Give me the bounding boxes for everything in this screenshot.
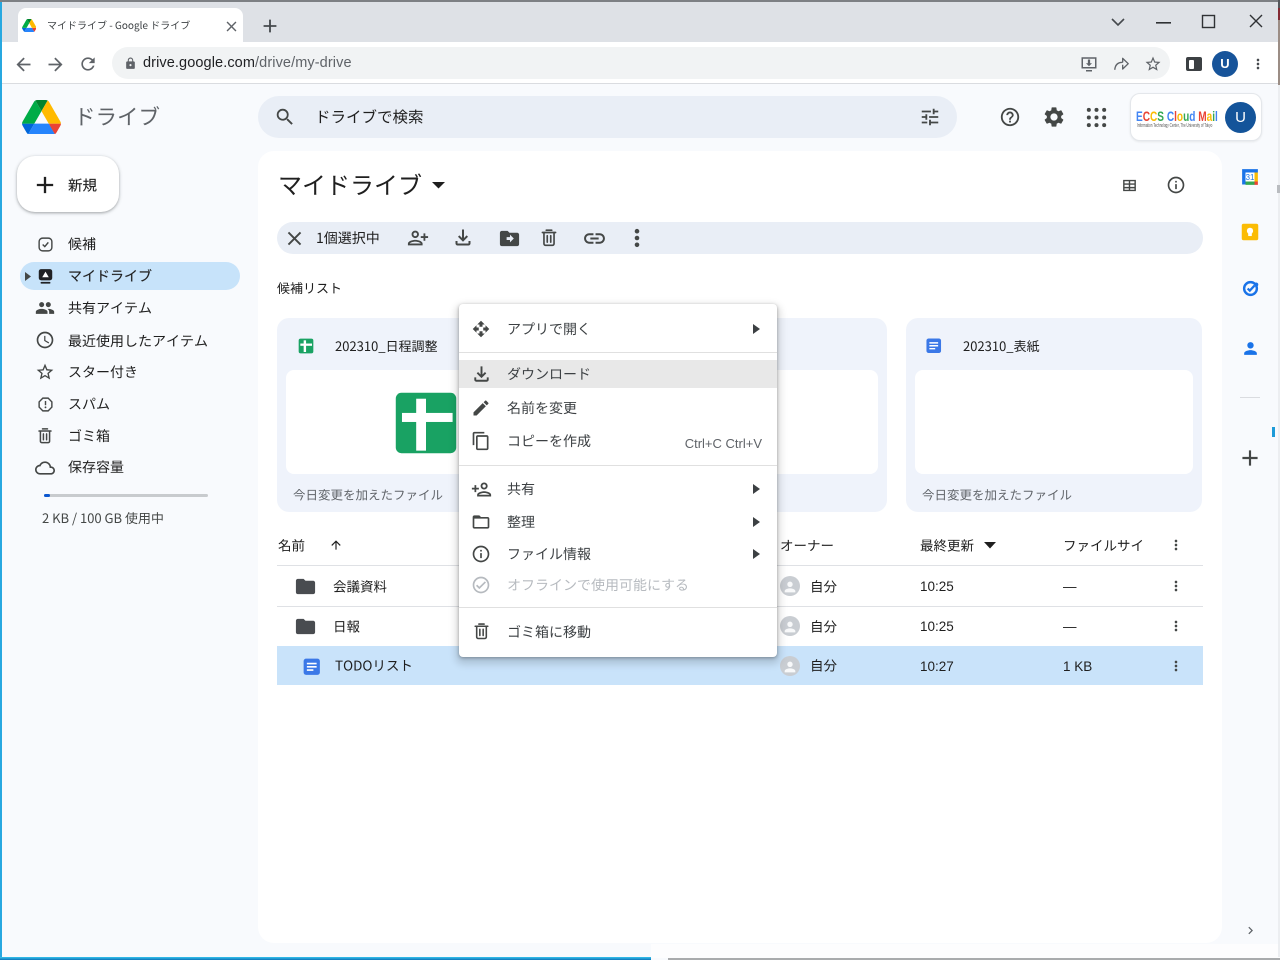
svg-text:31: 31 xyxy=(1246,173,1255,182)
